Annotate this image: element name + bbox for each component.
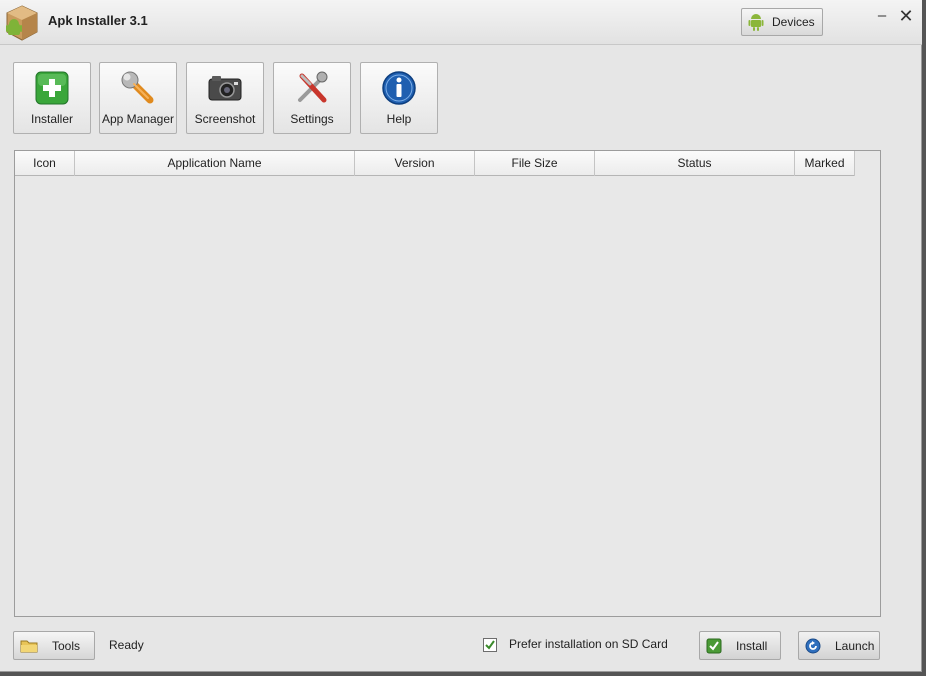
apk-installer-window: Apk Installer 3.1 Devices – ✕ Installer bbox=[0, 0, 922, 672]
app-logo-icon bbox=[6, 5, 38, 41]
application-list[interactable]: Icon Application Name Version File Size … bbox=[14, 150, 881, 617]
help-button[interactable]: Help bbox=[360, 62, 438, 134]
app-manager-button[interactable]: App Manager bbox=[99, 62, 177, 134]
tools-icon bbox=[298, 71, 328, 103]
green-plus-icon bbox=[35, 71, 69, 105]
camera-icon bbox=[208, 76, 242, 101]
tools-button[interactable]: Tools bbox=[13, 631, 95, 660]
close-button[interactable]: ✕ bbox=[898, 7, 914, 25]
status-text: Ready bbox=[109, 638, 144, 652]
launch-button[interactable]: Launch bbox=[798, 631, 880, 660]
launch-refresh-icon bbox=[805, 638, 821, 653]
prefer-sd-checkbox[interactable] bbox=[483, 638, 497, 652]
folder-icon bbox=[20, 640, 38, 652]
devices-button[interactable]: Devices bbox=[741, 8, 823, 36]
app-title: Apk Installer 3.1 bbox=[48, 13, 148, 28]
screenshot-label: Screenshot bbox=[194, 112, 256, 126]
help-label: Help bbox=[386, 112, 412, 126]
column-header-version[interactable]: Version bbox=[355, 151, 475, 176]
settings-button[interactable]: Settings bbox=[273, 62, 351, 134]
wrench-icon bbox=[121, 71, 154, 104]
column-header-marked[interactable]: Marked bbox=[795, 151, 855, 176]
install-label: Install bbox=[736, 638, 768, 653]
info-icon bbox=[382, 71, 416, 105]
installer-button[interactable]: Installer bbox=[13, 62, 91, 134]
grid-header: Icon Application Name Version File Size … bbox=[15, 151, 880, 176]
prefer-sd-label[interactable]: Prefer installation on SD Card bbox=[509, 637, 668, 651]
column-header-icon[interactable]: Icon bbox=[15, 151, 75, 176]
tools-label: Tools bbox=[52, 638, 81, 653]
column-header-status[interactable]: Status bbox=[595, 151, 795, 176]
install-button[interactable]: Install bbox=[699, 631, 781, 660]
checkmark-icon bbox=[485, 640, 495, 650]
launch-label: Launch bbox=[835, 638, 875, 653]
title-bar: Apk Installer 3.1 Devices – ✕ bbox=[0, 0, 922, 45]
android-icon bbox=[748, 14, 764, 31]
column-header-file-size[interactable]: File Size bbox=[475, 151, 595, 176]
install-check-icon bbox=[706, 638, 722, 653]
settings-label: Settings bbox=[290, 112, 334, 126]
minimize-button[interactable]: – bbox=[875, 8, 889, 24]
column-header-filler bbox=[855, 151, 880, 176]
column-header-application-name[interactable]: Application Name bbox=[75, 151, 355, 176]
screenshot-button[interactable]: Screenshot bbox=[186, 62, 264, 134]
app-manager-label: App Manager bbox=[101, 112, 175, 126]
installer-label: Installer bbox=[30, 112, 74, 126]
devices-label: Devices bbox=[772, 15, 815, 29]
